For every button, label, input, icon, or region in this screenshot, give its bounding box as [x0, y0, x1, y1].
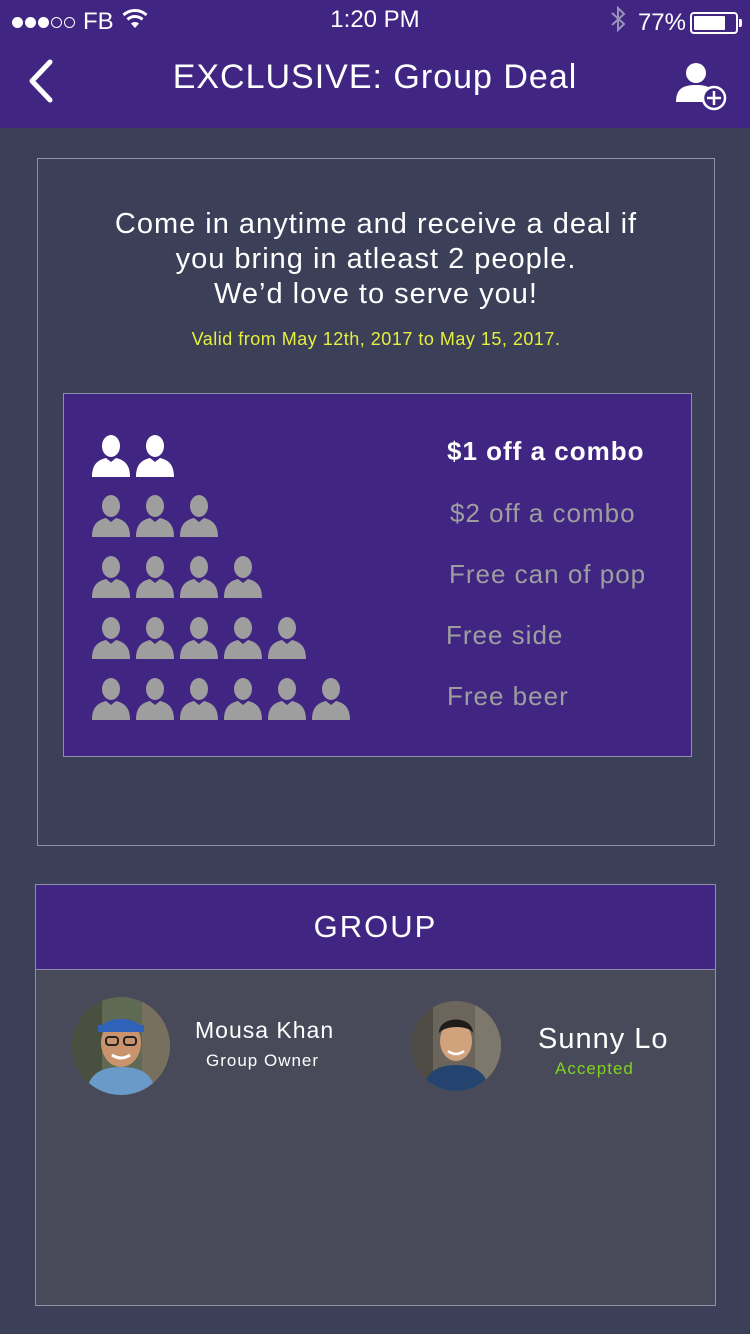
member-card[interactable]: Mousa Khan Group Owner: [72, 997, 362, 1097]
add-user-button[interactable]: [674, 58, 730, 114]
person-icon: [92, 678, 130, 720]
avatar: [72, 997, 170, 1095]
member-status: Accepted: [555, 1059, 634, 1078]
battery-area: 77%: [610, 5, 742, 39]
battery-icon: [690, 11, 742, 34]
description-line: We’d love to serve you!: [214, 278, 538, 310]
member-name: Mousa Khan: [195, 1017, 335, 1043]
tier-row: Free beer: [64, 394, 691, 756]
person-icon: [224, 678, 262, 720]
tier-reward-label: Free beer: [447, 681, 569, 711]
person-icon: [312, 678, 350, 720]
deal-description: Come in anytime and receive a deal if yo…: [38, 207, 714, 312]
description-line: Come in anytime and receive a deal if: [114, 208, 638, 240]
bluetooth-icon: [610, 5, 626, 39]
avatar: [411, 1001, 501, 1091]
navigation-bar: EXCLUSIVE: Group Deal: [0, 40, 750, 128]
add-user-icon: [676, 63, 727, 111]
deal-tiers: $1 off a combo $2 off a combo Free can of …: [63, 393, 692, 757]
page-title: EXCLUSIVE: Group Deal: [172, 58, 578, 96]
member-name: Sunny Lo: [538, 1023, 669, 1055]
people-count-icons: [91, 677, 355, 721]
description-line: you bring in atleast 2 people.: [175, 243, 577, 275]
battery-percent: 77%: [637, 8, 686, 36]
person-icon: [136, 678, 174, 720]
validity-dates: Valid from May 12th, 2017 to May 15, 201…: [191, 329, 561, 349]
group-title: GROUP: [313, 909, 438, 944]
group-header: GROUP: [36, 885, 715, 970]
group-panel: GROUP Mousa Khan Group Owner Sunny Lo Ac…: [35, 884, 716, 1306]
status-bar: FB 1:20 PM 77%: [0, 0, 750, 40]
member-card[interactable]: Sunny Lo Accepted: [411, 1001, 701, 1101]
member-role: Group Owner: [206, 1051, 320, 1070]
person-icon: [268, 678, 306, 720]
person-icon: [180, 678, 218, 720]
